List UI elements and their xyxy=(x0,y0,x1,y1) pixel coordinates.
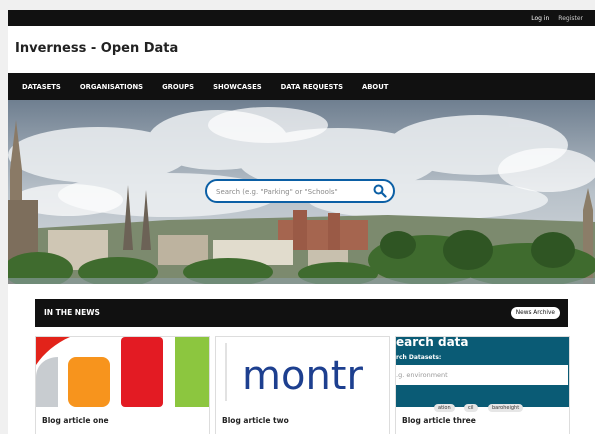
main-nav: DATASETS ORGANISATIONS GROUPS SHOWCASES … xyxy=(8,73,595,100)
news-card[interactable]: montr Blog article two xyxy=(215,336,390,434)
image-tag: cil xyxy=(464,404,478,412)
login-link[interactable]: Log in xyxy=(531,15,549,22)
article-two-image: montr xyxy=(216,337,389,407)
news-archive-button[interactable]: News Archive xyxy=(510,307,560,319)
register-link[interactable]: Register xyxy=(558,15,583,22)
nav-organisations[interactable]: ORGANISATIONS xyxy=(80,83,143,91)
top-utility-bar: Log in Register xyxy=(8,10,595,26)
site-title[interactable]: Inverness - Open Data xyxy=(15,41,178,56)
nav-groups[interactable]: GROUPS xyxy=(162,83,194,91)
news-card[interactable]: Blog article one xyxy=(35,336,210,434)
news-card[interactable]: earch data rch Datasets: .g. environment… xyxy=(395,336,570,434)
image-label: rch Datasets: xyxy=(396,354,442,361)
news-title: IN THE NEWS xyxy=(44,308,100,317)
image-tag: baroheight xyxy=(488,404,524,412)
nav-about[interactable]: ABOUT xyxy=(362,83,388,91)
search-input[interactable] xyxy=(216,185,366,199)
nav-showcases[interactable]: SHOWCASES xyxy=(213,83,262,91)
article-title[interactable]: Blog article one xyxy=(42,416,109,425)
article-title[interactable]: Blog article two xyxy=(222,416,289,425)
dataset-search-box xyxy=(205,179,395,203)
article-title[interactable]: Blog article three xyxy=(402,416,476,425)
image-input-mock: .g. environment xyxy=(396,365,568,385)
nav-datasets[interactable]: DATASETS xyxy=(22,83,61,91)
image-placeholder: .g. environment xyxy=(396,371,448,379)
article-two-image-text: montr xyxy=(242,353,363,399)
image-heading: earch data xyxy=(396,336,469,349)
image-tag: ation xyxy=(434,404,455,412)
page: Log in Register Inverness - Open Data DA… xyxy=(8,10,595,434)
article-one-image xyxy=(36,337,209,407)
article-three-image: earch data rch Datasets: .g. environment… xyxy=(396,336,569,412)
search-icon[interactable] xyxy=(373,184,387,198)
hero-banner xyxy=(8,100,595,284)
nav-data-requests[interactable]: DATA REQUESTS xyxy=(281,83,343,91)
news-section-header: IN THE NEWS News Archive xyxy=(35,299,568,327)
